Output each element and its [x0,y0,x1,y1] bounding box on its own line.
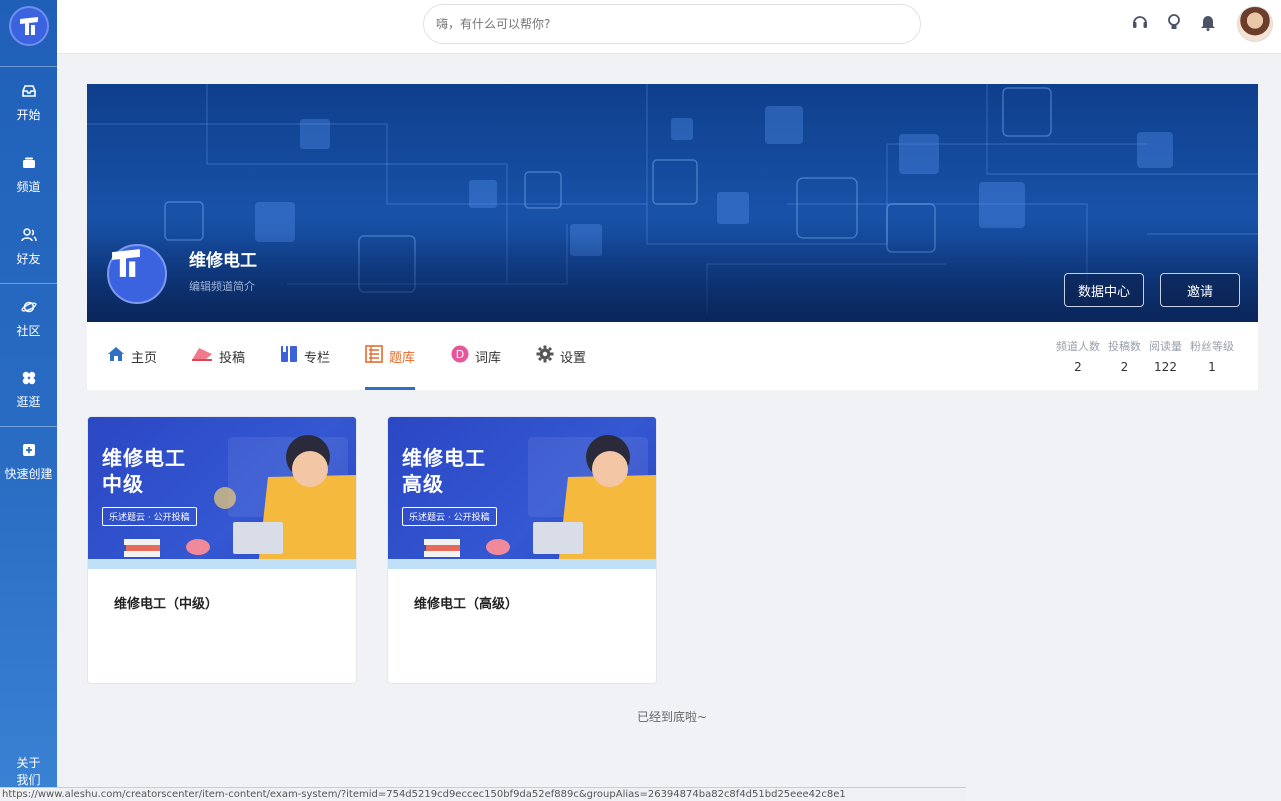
home-icon [107,346,125,366]
stat-value: 122 [1154,360,1177,374]
clover-icon [22,371,36,389]
card-thumbnail: 维修电工 中级 乐述题云 · 公开投稿 [88,417,356,569]
sidebar-item-label: 快速创建 [4,466,53,481]
tab-question-bank[interactable]: 题库 [365,322,415,390]
channel-logo [107,244,167,304]
sidebar-item-start[interactable]: 开始 [0,67,57,139]
bell-icon[interactable] [1199,13,1217,35]
gear-icon [536,345,554,367]
stat-label: 阅读量 [1149,340,1182,353]
stat-members: 频道人数 2 [1056,338,1100,374]
top-bar [57,0,1281,54]
tab-label: 设置 [560,350,587,366]
channel-logo-icon [112,249,140,277]
sidebar-item-label: 逛逛 [16,394,41,409]
tab-label: 词库 [475,350,502,366]
app-logo[interactable] [0,0,57,52]
stat-value: 2 [1074,360,1082,374]
thumbnail-title: 维修电工 高级 [402,446,486,496]
channel-description-edit[interactable]: 编辑频道简介 [189,278,255,294]
question-bank-card[interactable]: 维修电工 高级 乐述题云 · 公开投稿 维修电工（高级） [387,416,657,684]
tab-label: 主页 [131,350,158,366]
tab-submit[interactable]: 投稿 [191,322,245,390]
tab-column[interactable]: 专栏 [280,322,330,390]
tab-lexicon[interactable]: D 词库 [451,322,501,390]
d-circle-icon: D [451,345,469,367]
card-title: 维修电工（中级） [114,597,219,612]
book-icon [280,345,298,367]
stat-submissions: 投稿数 2 [1108,338,1141,374]
users-icon [20,227,37,246]
tab-home[interactable]: 主页 [107,322,157,390]
stat-label: 粉丝等级 [1190,340,1234,353]
card-thumbnail: 维修电工 高级 乐述题云 · 公开投稿 [388,417,656,569]
card-title: 维修电工（高级） [414,597,519,612]
svg-text:D: D [456,348,464,361]
logo-icon [8,6,49,46]
sidebar: 开始 频道 好友 社区 逛逛 快速创建 关于 我们 [0,0,57,801]
about-us-link[interactable]: 关于 我们 [0,755,57,789]
channel-stats: 频道人数 2 投稿数 2 阅读量 122 粉丝等级 1 [1056,338,1234,374]
question-bank-icon [365,345,383,367]
inbox-icon [21,84,36,102]
sidebar-item-quick-create[interactable]: 快速创建 [0,427,57,497]
stat-fan-level: 粉丝等级 1 [1190,338,1234,374]
lightbulb-icon[interactable] [1165,13,1183,35]
sidebar-item-label: 社区 [16,323,41,338]
box-icon [22,156,36,174]
end-of-list-text: 已经到底啦~ [637,710,708,724]
channel-title: 维修电工 [189,251,257,271]
sidebar-item-channel[interactable]: 频道 [0,139,57,211]
channel-banner: 维修电工 编辑频道简介 数据中心 邀请 [87,84,1258,322]
thumbnail-title: 维修电工 中级 [102,446,186,496]
sidebar-item-label: 好友 [16,251,41,266]
add-square-icon [22,443,36,461]
channel-tabs: 主页 投稿 专栏 题库 D 词库 设置 频道人数 2 投稿数 2 阅读量 122… [87,322,1258,390]
stat-label: 频道人数 [1056,340,1100,353]
sidebar-item-explore[interactable]: 逛逛 [0,354,57,426]
avatar[interactable] [1237,6,1273,42]
about-line: 关于 [16,756,41,770]
sidebar-item-friends[interactable]: 好友 [0,211,57,283]
invite-button[interactable]: 邀请 [1160,273,1240,307]
tab-label: 投稿 [219,350,246,366]
sidebar-item-label: 开始 [16,107,41,122]
planet-icon [20,300,37,318]
question-bank-card[interactable]: 维修电工 中级 乐述题云 · 公开投稿 维修电工（中级） [87,416,357,684]
stat-label: 投稿数 [1108,340,1141,353]
sidebar-item-label: 频道 [16,179,41,194]
tab-label: 题库 [389,350,416,366]
stat-value: 1 [1208,360,1216,374]
data-center-button[interactable]: 数据中心 [1064,273,1144,307]
thumbnail-tag: 乐述题云 · 公开投稿 [102,507,197,526]
stat-value: 2 [1120,360,1129,374]
link-status-bar: https://www.aleshu.com/creatorscenter/it… [0,787,966,801]
sidebar-item-community[interactable]: 社区 [0,284,57,354]
active-tab-indicator [365,387,415,390]
top-icons [1131,6,1273,42]
thumbnail-tag: 乐述题云 · 公开投稿 [402,507,497,526]
stat-reads: 阅读量 122 [1149,338,1182,374]
tab-settings[interactable]: 设置 [536,322,586,390]
tab-label: 专栏 [304,350,331,366]
search-input[interactable] [423,4,921,44]
headset-icon[interactable] [1131,13,1149,35]
submit-icon [191,346,213,366]
